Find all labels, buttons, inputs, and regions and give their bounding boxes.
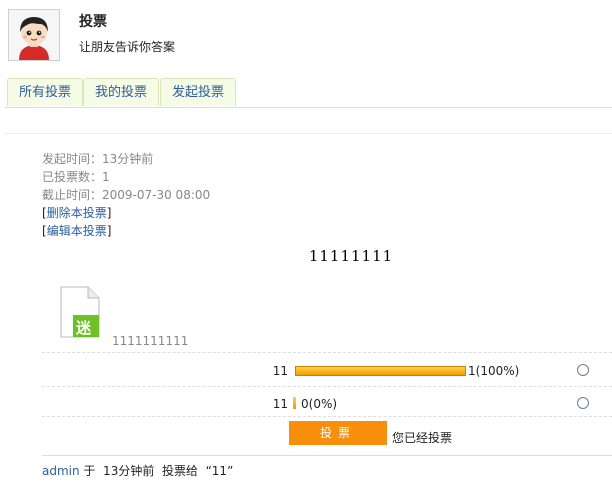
poll-option-row: 11 0(0%) <box>0 394 612 414</box>
tab-divider <box>5 107 612 108</box>
user-avatar <box>8 9 60 61</box>
tab-create-poll[interactable]: 发起投票 <box>160 78 236 106</box>
divider <box>42 352 612 353</box>
option-label: 1111111111 <box>112 334 189 348</box>
bracket-close: ] <box>106 224 112 238</box>
tab-my-polls[interactable]: 我的投票 <box>83 78 159 106</box>
option-radio[interactable] <box>577 364 589 376</box>
page-title: 投票 <box>79 14 107 30</box>
result-bar <box>295 366 466 376</box>
activity-user-link[interactable]: admin <box>42 464 80 478</box>
activity-text: 于 13分钟前 投票给 “11” <box>79 464 234 478</box>
poll-vote-count: 已投票数：1 <box>42 170 110 184</box>
divider <box>42 416 612 417</box>
result-bar <box>293 397 296 409</box>
poll-option-row: 11 1(100%) <box>0 361 612 381</box>
edit-poll-row: [编辑本投票] <box>42 222 111 239</box>
edit-poll-link[interactable]: 编辑本投票 <box>47 224 107 238</box>
divider <box>42 455 612 456</box>
bracket-close: ] <box>106 206 112 220</box>
page-subtitle: 让朋友告诉你答案 <box>79 40 176 54</box>
option-name: 11 <box>272 397 288 411</box>
voted-status: 您已经投票 <box>392 431 453 445</box>
option-name: 11 <box>272 364 288 378</box>
option-result: 1(100%) <box>468 364 520 378</box>
vote-button[interactable]: 投票 <box>289 421 387 445</box>
poll-start-time: 发起时间：13分钟前 <box>42 152 154 166</box>
tab-bar: 所有投票 我的投票 发起投票 <box>5 78 612 107</box>
option-result: 0(0%) <box>301 397 338 411</box>
divider <box>42 386 612 387</box>
file-icon-glyph: 迷 <box>76 319 92 337</box>
section-divider <box>5 133 612 134</box>
poll-title: 11111111 <box>308 247 394 265</box>
file-icon: 迷 <box>60 286 100 338</box>
delete-poll-row: [删除本投票] <box>42 204 111 221</box>
poll-deadline: 截止时间：2009-07-30 08:00 <box>42 188 211 202</box>
option-radio[interactable] <box>577 397 589 409</box>
activity-entry: admin 于 13分钟前 投票给 “11” <box>42 462 233 479</box>
delete-poll-link[interactable]: 删除本投票 <box>47 206 107 220</box>
tab-all-polls[interactable]: 所有投票 <box>7 78 83 106</box>
